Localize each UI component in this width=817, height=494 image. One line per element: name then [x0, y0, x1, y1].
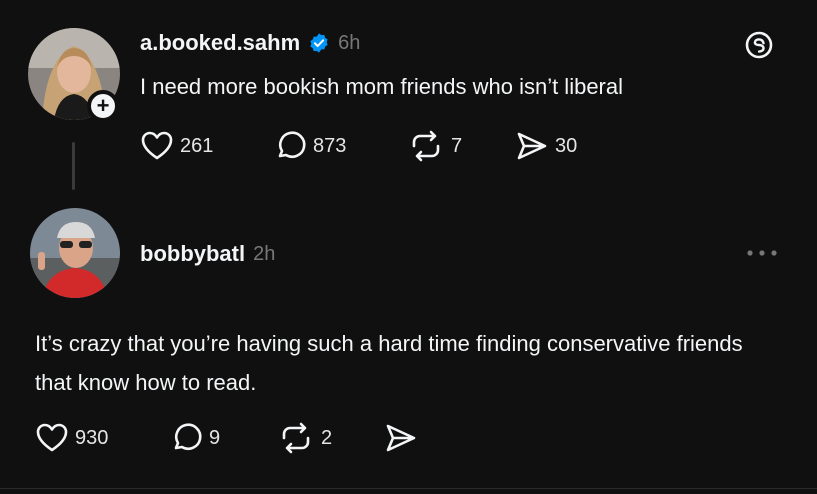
thread-connector-line [72, 142, 75, 190]
repost-count: 7 [451, 134, 463, 157]
reply-button[interactable]: 873 [273, 130, 407, 162]
reply-timestamp: 2h [253, 242, 276, 265]
bottom-divider [0, 488, 817, 489]
avatar-bobbybatl[interactable] [30, 208, 120, 298]
reply-text: It’s crazy that you’re having such a har… [35, 331, 743, 395]
heart-icon [141, 131, 173, 160]
send-icon [386, 424, 416, 452]
post-action-bar: 261 873 7 30 [140, 130, 577, 162]
reply-header: bobbybatl 2h [140, 241, 275, 267]
post-timestamp: 6h [338, 31, 361, 54]
repost-icon [282, 422, 310, 454]
share-button[interactable] [384, 422, 418, 454]
follow-plus-button[interactable]: + [87, 90, 119, 122]
repost-count: 2 [321, 426, 333, 449]
heart-icon [36, 423, 68, 452]
like-count: 930 [75, 426, 109, 449]
repost-button[interactable]: 7 [407, 130, 515, 162]
like-button[interactable]: 261 [140, 130, 273, 162]
comment-icon [278, 131, 306, 159]
post-username[interactable]: a.booked.sahm [140, 30, 300, 56]
comment-icon [174, 423, 202, 451]
post-header: a.booked.sahm 6h [140, 30, 360, 56]
reply-count: 9 [209, 426, 221, 449]
repost-button[interactable]: 2 [277, 422, 384, 454]
like-button[interactable]: 930 [35, 422, 169, 454]
reply-count: 873 [313, 134, 347, 157]
like-count: 261 [180, 134, 214, 157]
more-dots-icon[interactable] [744, 243, 780, 263]
reply-username[interactable]: bobbybatl [140, 241, 245, 267]
share-button[interactable]: 30 [515, 130, 577, 162]
reply-button[interactable]: 9 [169, 422, 277, 454]
send-icon [517, 132, 547, 160]
threads-logo-icon[interactable] [744, 30, 774, 60]
reply-action-bar: 930 9 2 [35, 422, 418, 454]
post-text: I need more bookish mom friends who isn’… [140, 74, 624, 99]
repost-icon [412, 130, 440, 162]
share-count: 30 [555, 134, 578, 157]
verified-badge-icon [310, 33, 328, 53]
